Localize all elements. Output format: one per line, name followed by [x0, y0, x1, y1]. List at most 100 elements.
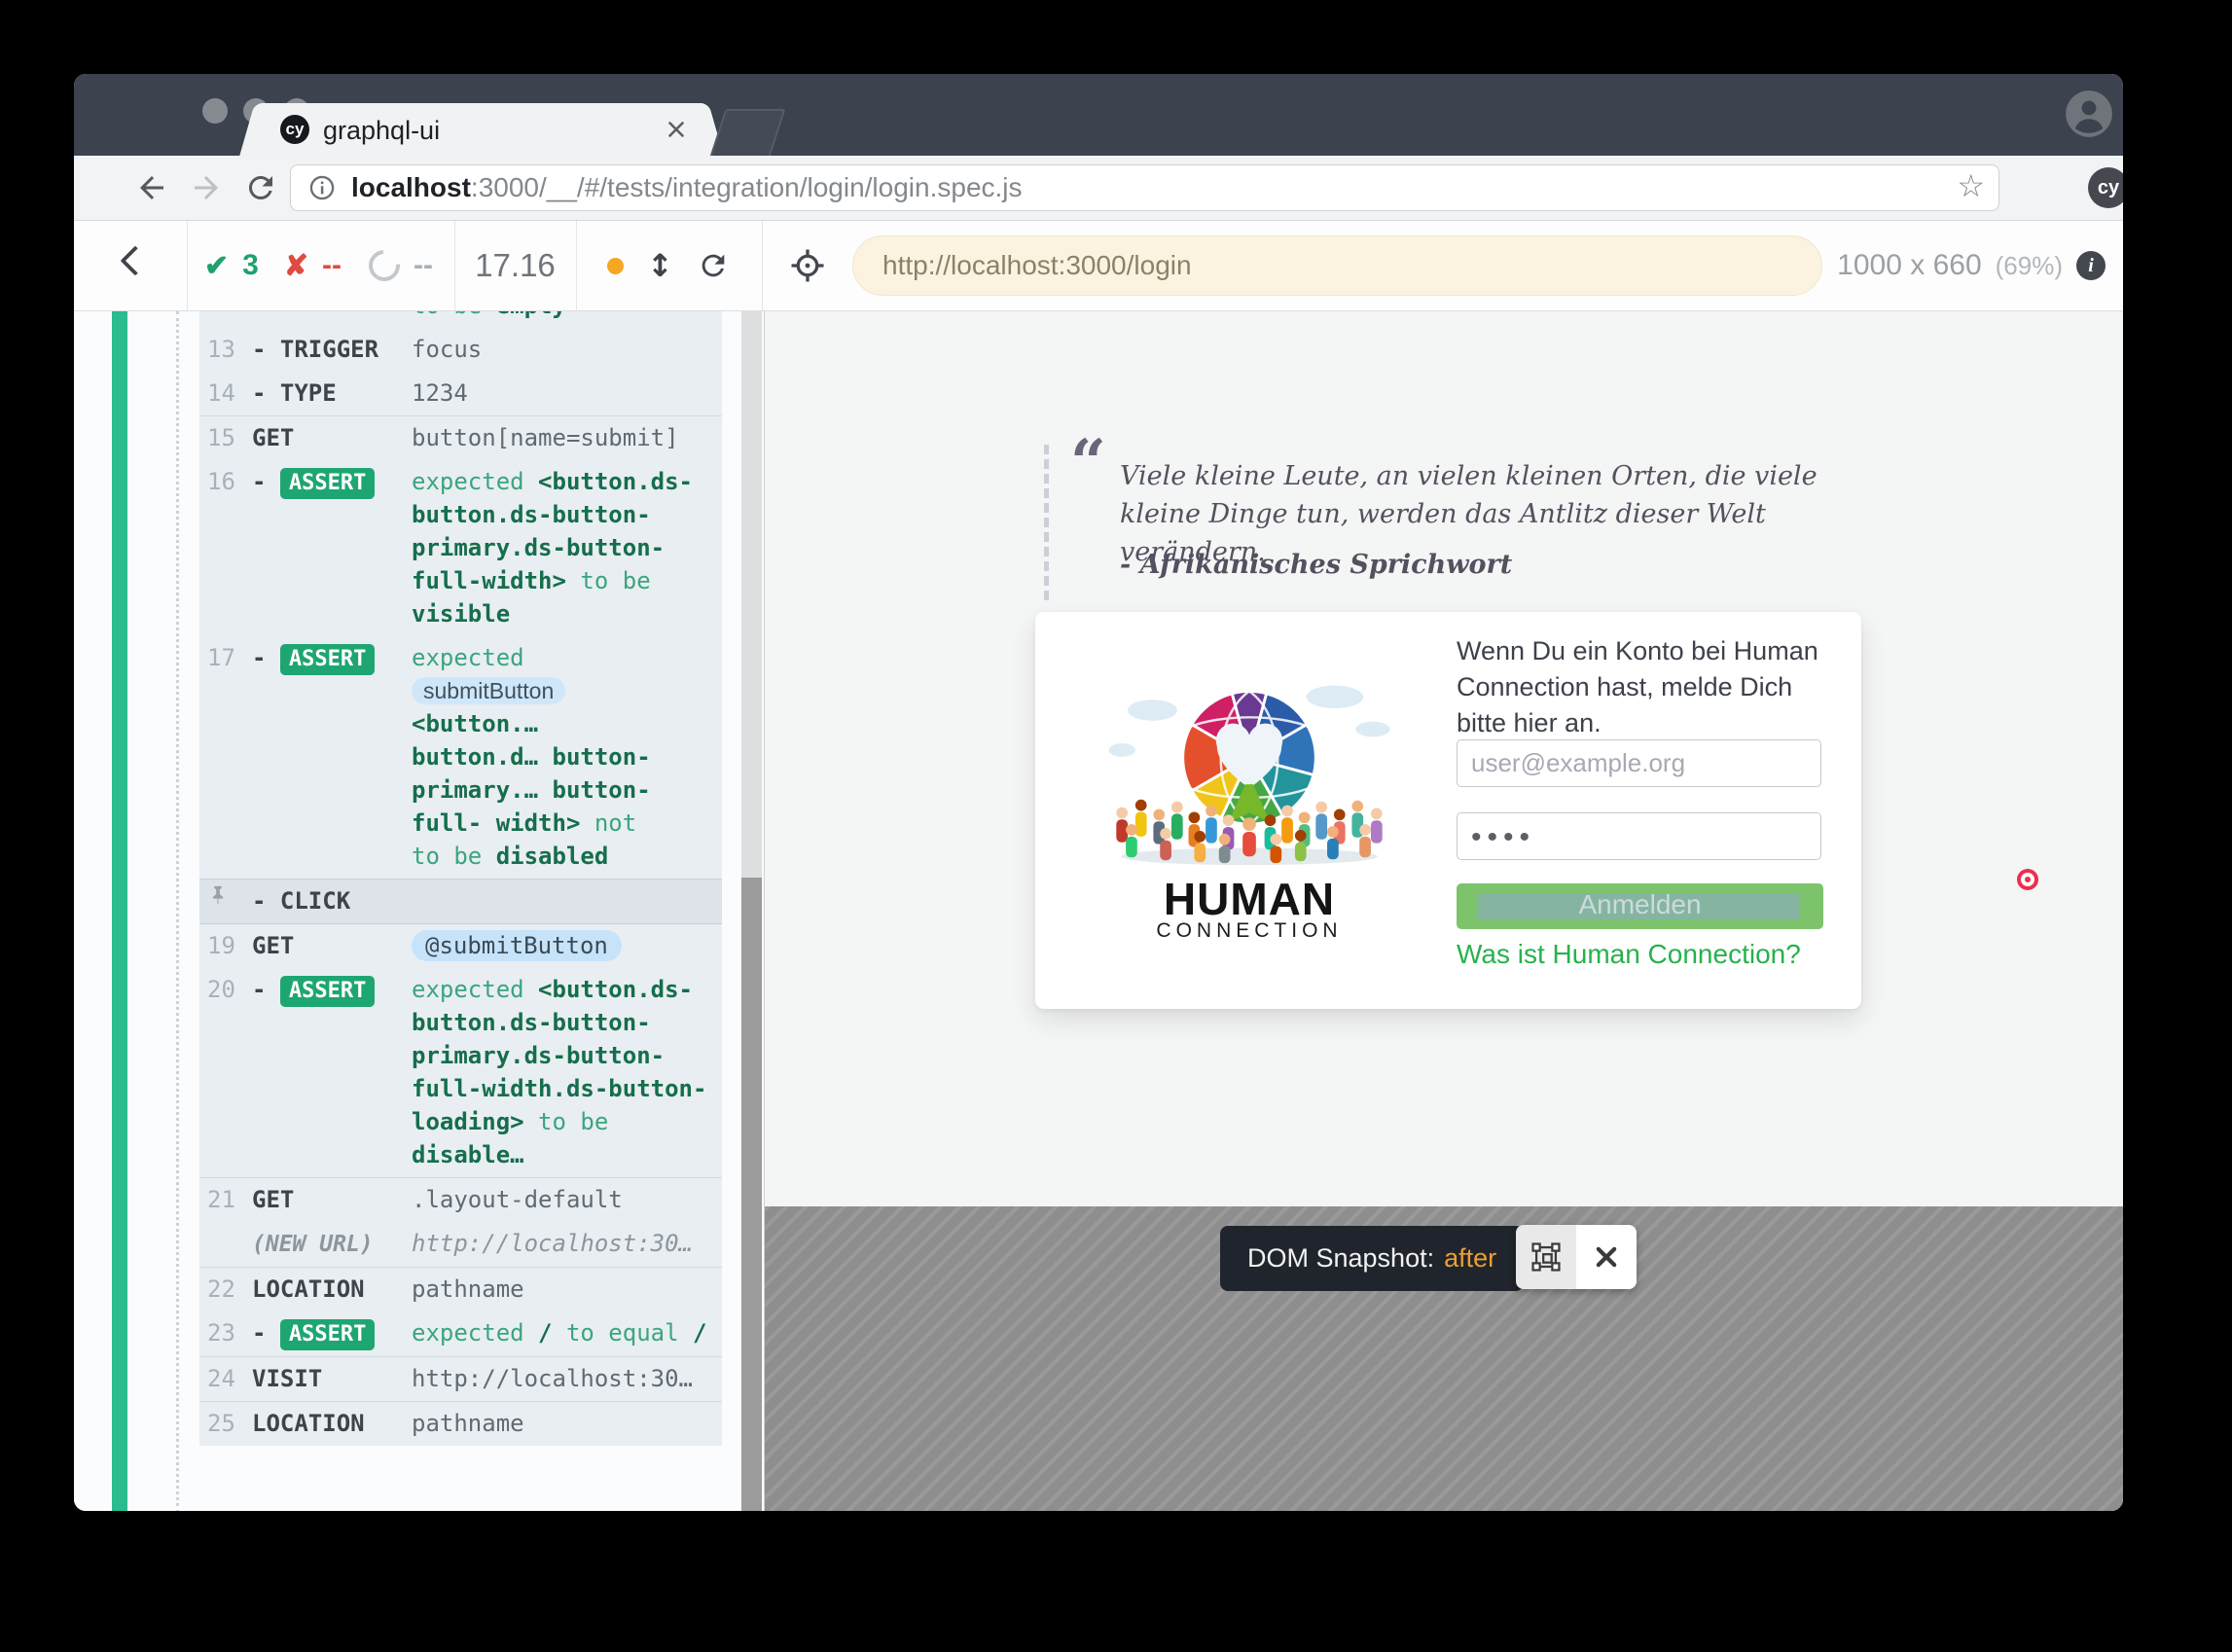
tab-close-icon[interactable] — [664, 117, 689, 142]
log-row[interactable]: 13- TRIGGERfocus — [199, 328, 722, 372]
collapse-reporter-icon[interactable] — [120, 245, 150, 275]
alias-pill[interactable]: submitButton — [412, 677, 565, 704]
log-row-method: GET — [252, 929, 412, 962]
log-row-number: 19 — [199, 929, 252, 962]
log-row[interactable]: 22LOCATIONpathname — [199, 1268, 722, 1311]
log-row[interactable]: 20- ASSERTexpected <button.ds-button.ds-… — [199, 968, 722, 1178]
selector-playground-icon[interactable] — [790, 248, 825, 283]
cypress-favicon: cy — [280, 115, 309, 144]
log-row-method: - ASSERT — [252, 641, 412, 873]
pin-icon — [207, 884, 229, 906]
page-info-icon[interactable] — [308, 174, 336, 201]
command-log-rows: to be empty13- TRIGGERfocus14- TYPE12341… — [199, 311, 722, 1511]
log-row-message: http://localhost:30… — [412, 1362, 714, 1395]
log-row-message: focus — [412, 333, 714, 366]
log-row-message: expected submitButton <button.… button.d… — [412, 641, 655, 873]
log-row-method: LOCATION — [252, 1273, 412, 1306]
snapshot-label: DOM Snapshot: — [1247, 1243, 1434, 1274]
log-row-number: 25 — [199, 1407, 252, 1440]
brand-human: HUMAN — [1035, 873, 1463, 925]
back-icon[interactable] — [134, 170, 169, 205]
log-row[interactable]: 14- TYPE1234 — [199, 372, 722, 416]
profile-avatar-icon[interactable] — [2064, 89, 2114, 139]
auto-scroll-indicator[interactable] — [607, 258, 624, 274]
log-row[interactable]: 17- ASSERTexpected submitButton <button.… — [199, 636, 722, 879]
cypress-extension-badge[interactable]: cy — [2088, 167, 2123, 208]
passed-count: 3 — [242, 249, 259, 282]
log-row-method: - CLICK — [252, 884, 412, 917]
log-row[interactable]: to be empty — [199, 311, 722, 328]
screenshot-stage: cy graphql-ui — [0, 0, 2232, 1652]
assert-badge: ASSERT — [280, 1319, 375, 1350]
url-path: :3000/__/#/tests/integration/login/login… — [471, 172, 1023, 202]
scroll-toggle-icon[interactable]: ↕ — [647, 247, 673, 284]
viewport-info-icon[interactable]: i — [2076, 251, 2106, 280]
browser-chrome: localhost:3000/__/#/tests/integration/lo… — [74, 156, 2123, 221]
human-connection-logo — [1074, 670, 1424, 870]
snapshot-close-button[interactable] — [1576, 1225, 1637, 1289]
what-is-link[interactable]: Was ist Human Connection? — [1457, 939, 1801, 970]
log-row-message: button[name=submit] — [412, 421, 714, 454]
password-input[interactable]: •••• — [1457, 812, 1821, 860]
log-gutter-line — [176, 311, 179, 1511]
reporter-scrollbar-thumb[interactable] — [741, 878, 762, 1511]
submit-button[interactable]: Anmelden — [1457, 883, 1823, 929]
log-row-number: 17 — [199, 641, 252, 873]
traffic-light-close[interactable] — [202, 98, 228, 124]
tab-title: graphql-ui — [323, 116, 440, 146]
log-row-number: 14 — [199, 377, 252, 410]
failed-count: -- — [322, 249, 342, 282]
log-row[interactable]: 16- ASSERTexpected <button.ds-button.ds-… — [199, 460, 722, 636]
forward-icon[interactable] — [189, 170, 224, 205]
log-row-method — [252, 311, 412, 322]
log-row[interactable]: (NEW URL)http://localhost:30… — [199, 1222, 722, 1268]
log-row-method: GET — [252, 421, 412, 454]
log-row-message: expected <button.ds-button.ds-button-pri… — [412, 973, 714, 1171]
quote-attribution: - Afrikanisches Sprichwort — [1120, 550, 1512, 580]
quote-mark: “ — [1070, 426, 1106, 499]
log-row-message: http://localhost:30… — [412, 1227, 714, 1261]
address-bar[interactable]: localhost:3000/__/#/tests/integration/lo… — [290, 164, 1999, 211]
passed-icon: ✔ — [204, 249, 229, 283]
log-row-message: pathname — [412, 1407, 714, 1440]
restart-tests-icon[interactable] — [697, 249, 730, 282]
close-icon — [1593, 1243, 1620, 1271]
assert-badge: ASSERT — [280, 644, 375, 675]
log-row-method: GET — [252, 1183, 412, 1216]
log-row-method: - ASSERT — [252, 465, 412, 630]
pending-icon — [362, 243, 406, 287]
email-input[interactable] — [1457, 739, 1821, 787]
test-passed-bar — [112, 311, 127, 1511]
test-stats: ✔ 3 ✘ -- -- — [204, 221, 433, 310]
failed-icon: ✘ — [284, 249, 308, 283]
log-row-method: VISIT — [252, 1362, 412, 1395]
log-row[interactable]: 21GET.layout-default — [199, 1178, 722, 1222]
log-row[interactable]: 24VISIThttp://localhost:30… — [199, 1357, 722, 1402]
log-row-number: 24 — [199, 1362, 252, 1395]
pending-count: -- — [414, 249, 433, 282]
app-under-test: “ Viele kleine Leute, an vielen kleinen … — [764, 311, 2123, 1511]
new-tab-button[interactable] — [709, 109, 786, 160]
log-row-method: (NEW URL) — [252, 1227, 412, 1261]
snapshot-highlight-toggle[interactable] — [1516, 1225, 1576, 1289]
bookmark-star-icon[interactable]: ☆ — [1957, 167, 1985, 204]
log-row-message: pathname — [412, 1273, 714, 1306]
log-row[interactable]: - CLICK — [199, 879, 722, 924]
log-row-method: - ASSERT — [252, 973, 412, 1171]
alias-pill[interactable]: @submitButton — [412, 930, 622, 961]
log-row-number: 22 — [199, 1273, 252, 1306]
log-row-number — [199, 1227, 252, 1261]
log-row-method: - TYPE — [252, 377, 412, 410]
log-row-message: @submitButton — [412, 929, 714, 962]
browser-tab[interactable]: cy graphql-ui — [259, 103, 704, 156]
log-row-message: expected / to equal / — [412, 1316, 714, 1350]
log-row[interactable]: 23- ASSERTexpected / to equal / — [199, 1311, 722, 1357]
log-row-method: - TRIGGER — [252, 333, 412, 366]
log-row[interactable]: 15GETbutton[name=submit] — [199, 416, 722, 460]
runner-content: to be empty13- TRIGGERfocus14- TYPE12341… — [74, 311, 2123, 1511]
viewport-zoom: (69%) — [1996, 251, 2063, 281]
reload-icon[interactable] — [243, 170, 278, 205]
aut-url-bar[interactable]: http://localhost:3000/login — [852, 235, 1822, 296]
log-row[interactable]: 19GET@submitButton — [199, 924, 722, 968]
log-row[interactable]: 25LOCATIONpathname — [199, 1402, 722, 1446]
